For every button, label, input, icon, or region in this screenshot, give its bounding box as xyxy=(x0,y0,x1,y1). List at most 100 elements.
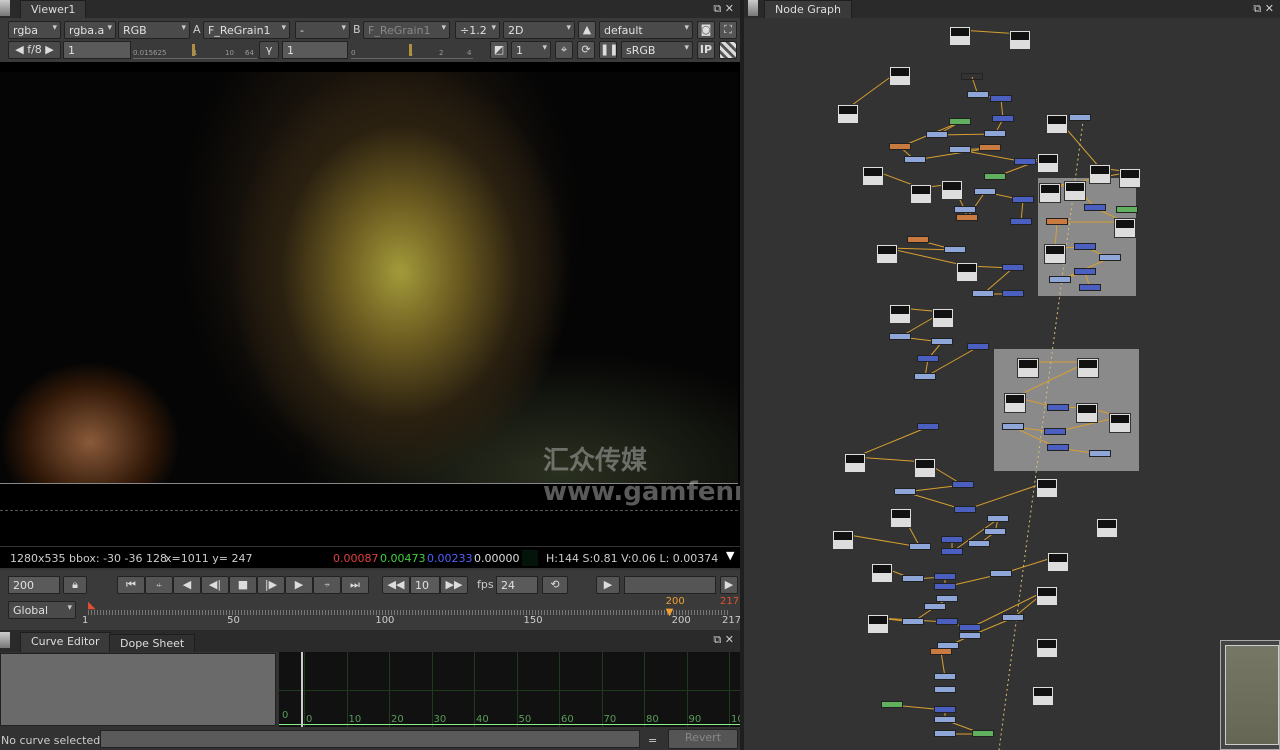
node-graph-canvas[interactable] xyxy=(744,18,1280,750)
zoom-dropdown[interactable]: ÷1.2 xyxy=(455,21,500,39)
revert-button[interactable]: Revert xyxy=(668,729,738,749)
read-node-thumbnail[interactable] xyxy=(890,508,912,528)
curve-list[interactable] xyxy=(0,653,276,726)
node[interactable] xyxy=(1049,276,1071,283)
out-point-marker[interactable]: 217 xyxy=(720,596,739,607)
increment-input[interactable]: 10 xyxy=(410,576,440,594)
gamma-input[interactable]: 1 xyxy=(282,41,348,59)
node[interactable] xyxy=(934,583,956,590)
node[interactable] xyxy=(1074,268,1096,275)
minimap-viewport[interactable] xyxy=(1225,645,1279,745)
read-node-thumbnail[interactable] xyxy=(1077,358,1099,378)
node[interactable] xyxy=(914,373,936,380)
read-node-thumbnail[interactable] xyxy=(1036,478,1058,498)
in-point-marker[interactable]: ◣ xyxy=(88,600,96,611)
prev-frame-button[interactable]: ◀| xyxy=(201,576,229,594)
node[interactable] xyxy=(902,575,924,582)
node[interactable] xyxy=(1099,254,1121,261)
read-node-thumbnail[interactable] xyxy=(1046,114,1068,134)
node[interactable] xyxy=(931,338,953,345)
loop-icon[interactable]: ⟲ xyxy=(542,576,568,594)
node[interactable] xyxy=(1079,284,1101,291)
node[interactable] xyxy=(1002,264,1024,271)
minimap[interactable] xyxy=(1220,640,1280,750)
prev-keyframe-button[interactable]: ⍅ xyxy=(145,576,173,594)
node[interactable] xyxy=(934,716,956,723)
node[interactable] xyxy=(974,188,996,195)
timeline-slider[interactable]: 1 50 100 150 200 217 200 ▼ 217 ◣ xyxy=(82,596,741,628)
node[interactable] xyxy=(904,156,926,163)
fps-input[interactable]: 24 xyxy=(496,576,538,594)
node[interactable] xyxy=(1010,218,1032,225)
node[interactable] xyxy=(909,543,931,550)
flipbook-icon[interactable]: ▶ xyxy=(596,576,620,594)
node[interactable] xyxy=(972,730,994,737)
read-node-thumbnail[interactable] xyxy=(837,104,859,124)
colorspace-dropdown[interactable]: sRGB xyxy=(621,41,693,59)
read-node-thumbnail[interactable] xyxy=(876,244,898,264)
viewer-canvas[interactable]: 汇众传媒 www.gamfenmedia.com xyxy=(0,62,894,546)
panel-grip[interactable] xyxy=(0,632,10,648)
read-node-thumbnail[interactable] xyxy=(867,614,889,634)
gain-slider[interactable]: 0.015625 1 10 64 xyxy=(133,41,257,59)
first-frame-button[interactable]: ⏮ xyxy=(117,576,145,594)
node[interactable] xyxy=(992,115,1014,122)
curve-graph[interactable]: 01020304050607080901000 xyxy=(279,652,750,727)
node[interactable] xyxy=(990,95,1012,102)
last-frame-button[interactable]: ⏭ xyxy=(341,576,369,594)
read-node-thumbnail[interactable] xyxy=(1037,153,1059,173)
read-node-thumbnail[interactable] xyxy=(1064,181,1086,201)
read-node-thumbnail[interactable] xyxy=(1119,168,1141,188)
tab-curve-editor[interactable]: Curve Editor xyxy=(20,632,111,652)
timeline-settings-icon[interactable]: ▶ xyxy=(720,576,738,594)
node[interactable] xyxy=(889,143,911,150)
node[interactable] xyxy=(949,118,971,125)
node[interactable] xyxy=(926,131,948,138)
float-close-icon[interactable]: ⧉ ✕ xyxy=(1253,2,1274,16)
node[interactable] xyxy=(902,618,924,625)
read-node-thumbnail[interactable] xyxy=(1044,244,1066,264)
read-node-thumbnail[interactable] xyxy=(1004,393,1026,413)
b-input-dropdown[interactable]: F_ReGrain1 xyxy=(363,21,450,39)
node[interactable] xyxy=(1089,450,1111,457)
read-node-thumbnail[interactable] xyxy=(1009,30,1031,50)
input-process-button[interactable]: IP xyxy=(697,41,715,59)
a-input-dropdown[interactable]: F_ReGrain1 xyxy=(203,21,290,39)
node[interactable] xyxy=(1012,196,1034,203)
node[interactable] xyxy=(930,648,952,655)
lock-icon[interactable]: 🔒︎ xyxy=(63,576,87,594)
alpha-dropdown[interactable]: rgba.a xyxy=(64,21,116,39)
gamma-slider[interactable]: 0124 xyxy=(351,41,473,59)
read-node-thumbnail[interactable] xyxy=(862,166,884,186)
node[interactable] xyxy=(1002,423,1024,430)
read-node-thumbnail[interactable] xyxy=(1017,358,1039,378)
tab-node-graph[interactable]: Node Graph xyxy=(764,0,852,18)
node[interactable] xyxy=(934,706,956,713)
roi-icon[interactable]: ◙ xyxy=(697,21,715,39)
read-node-thumbnail[interactable] xyxy=(1047,552,1069,572)
read-node-thumbnail[interactable] xyxy=(1039,183,1061,203)
node[interactable] xyxy=(889,333,911,340)
read-node-thumbnail[interactable] xyxy=(1109,413,1131,433)
skip-forward-button[interactable]: ▶▶ xyxy=(440,576,468,594)
read-node-thumbnail[interactable] xyxy=(889,66,911,86)
node[interactable] xyxy=(1046,218,1068,225)
read-node-thumbnail[interactable] xyxy=(1089,164,1111,184)
node[interactable] xyxy=(894,488,916,495)
node[interactable] xyxy=(1014,158,1036,165)
node[interactable] xyxy=(917,355,939,362)
compare-op-dropdown[interactable]: - xyxy=(295,21,350,39)
current-frame-marker[interactable]: 200 ▼ xyxy=(666,596,685,618)
node[interactable] xyxy=(941,548,963,555)
node[interactable] xyxy=(1074,243,1096,250)
read-node-thumbnail[interactable] xyxy=(1032,686,1054,706)
wipe-icon[interactable] xyxy=(719,41,737,59)
channels-dropdown[interactable]: rgba xyxy=(8,21,61,39)
node[interactable] xyxy=(949,146,971,153)
node[interactable] xyxy=(968,540,990,547)
node[interactable] xyxy=(954,506,976,513)
stop-button[interactable]: ■ xyxy=(229,576,257,594)
node[interactable] xyxy=(1047,404,1069,411)
frame-range-dropdown[interactable]: Global xyxy=(8,601,76,619)
gain-input[interactable]: 1 xyxy=(63,41,131,59)
